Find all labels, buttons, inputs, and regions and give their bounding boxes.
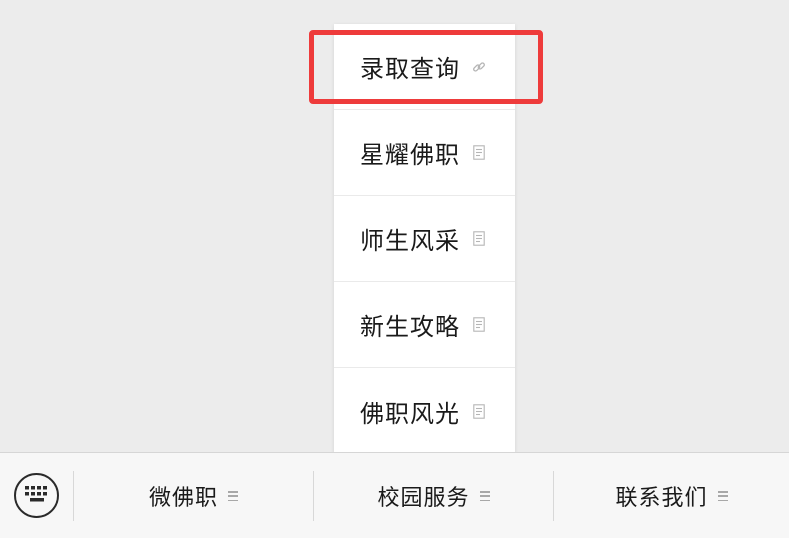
- submenu-item-label: 新生攻略: [360, 313, 460, 341]
- menu-tab-wei-fzvc[interactable]: 微佛职: [74, 453, 313, 538]
- submenu-icon: [479, 491, 490, 501]
- document-icon: [472, 403, 486, 419]
- submenu-item-label: 星耀佛职: [360, 141, 460, 169]
- submenu-item-label: 师生风采: [360, 227, 460, 255]
- submenu-icon: [228, 491, 238, 501]
- submenu-item-campus-scenery[interactable]: 佛职风光: [334, 368, 515, 454]
- submenu-popup: 录取查询 星耀佛职 师生风采 新生攻略 佛职风光: [334, 24, 515, 453]
- menu-tab-campus-services[interactable]: 校园服务: [314, 453, 553, 538]
- menu-tab-label: 微佛职: [148, 486, 218, 511]
- wechat-menu-screen: 录取查询 星耀佛职 师生风采 新生攻略 佛职风光 微佛职 校园服务 联系我们: [0, 0, 789, 538]
- submenu-item-label: 录取查询: [360, 55, 460, 83]
- menu-tab-contact-us[interactable]: 联系我们: [554, 453, 789, 538]
- document-icon: [472, 317, 486, 333]
- submenu-item-label: 佛职风光: [360, 399, 460, 428]
- document-icon: [472, 231, 486, 247]
- submenu-item-admission-query[interactable]: 录取查询: [334, 24, 515, 110]
- submenu-item-teacher-student[interactable]: 师生风采: [334, 196, 515, 282]
- bottom-menu-bar: 微佛职 校园服务 联系我们: [0, 452, 789, 538]
- link-icon: [472, 59, 486, 75]
- submenu-item-star-fzvc[interactable]: 星耀佛职: [334, 110, 515, 196]
- submenu-item-freshman-guide[interactable]: 新生攻略: [334, 282, 515, 368]
- submenu-icon: [717, 491, 728, 501]
- menu-tab-label: 联系我们: [615, 486, 708, 511]
- menu-tab-label: 校园服务: [377, 486, 470, 511]
- keyboard-icon: [24, 485, 50, 507]
- document-icon: [472, 145, 486, 161]
- keyboard-toggle-button[interactable]: [14, 473, 59, 518]
